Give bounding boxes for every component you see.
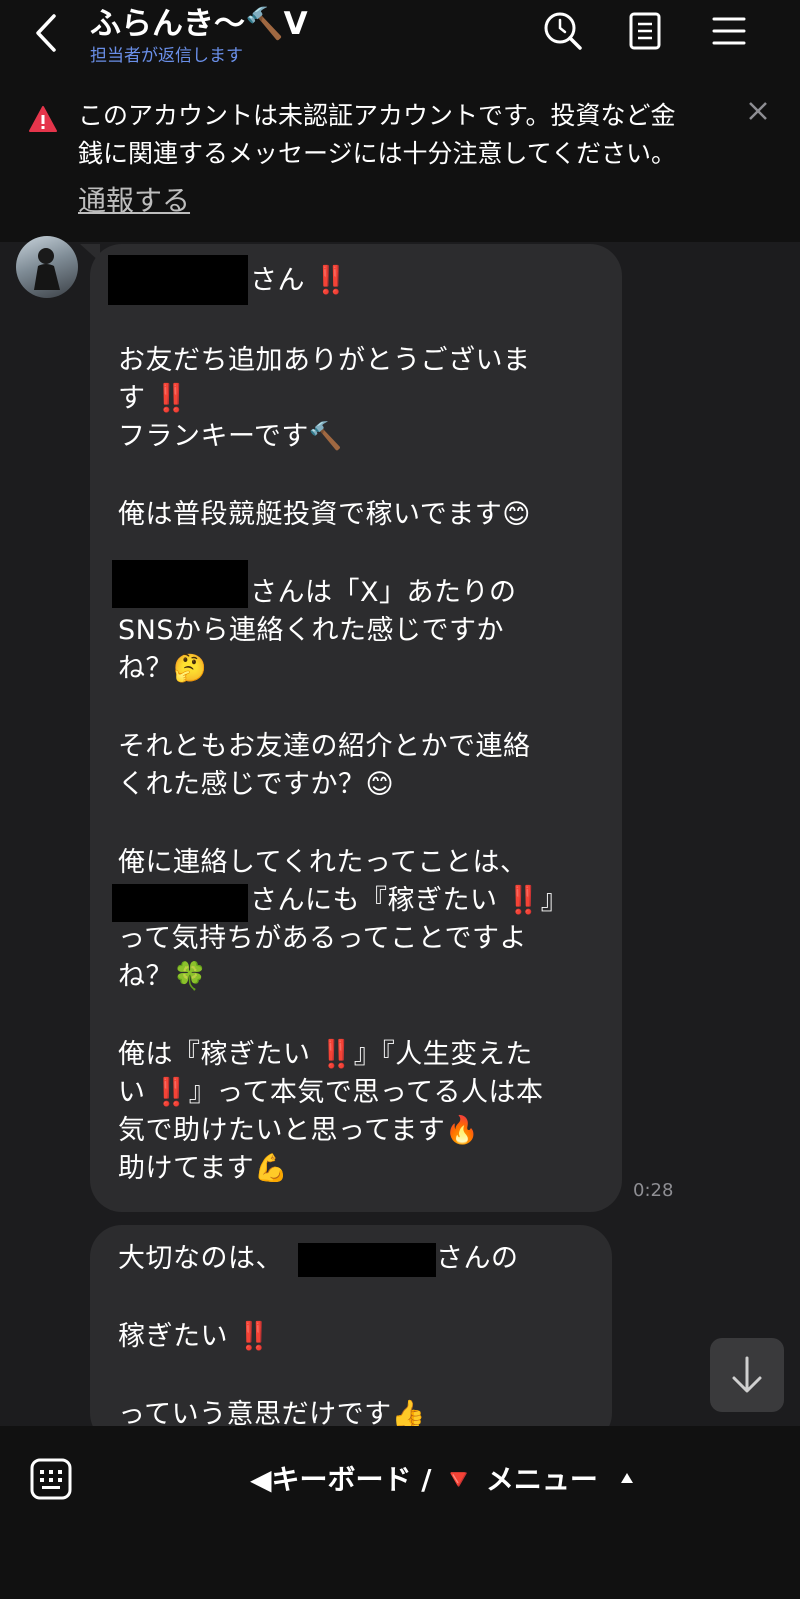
- avatar-person-icon: [34, 248, 60, 290]
- warning-triangle-icon: [29, 106, 57, 132]
- message-timestamp: 0:28: [633, 1180, 674, 1201]
- message-line: 俺は『稼ぎたい ‼️』『人生変えた: [118, 1039, 533, 1070]
- chat-header: ふらんき〜🔨V 担当者が返信します: [0, 0, 800, 75]
- message-line: 俺に連絡してくれたってことは、: [118, 847, 528, 878]
- message-line: お友だち追加ありがとうございま: [118, 345, 531, 376]
- chat-subtitle: 担当者が返信します: [90, 46, 243, 66]
- message-line: 大切なのは、: [118, 1243, 283, 1274]
- redacted-name: [112, 884, 248, 922]
- message-line: くれた感じですか？😊: [118, 769, 395, 800]
- search-icon[interactable]: [540, 8, 586, 54]
- chat-title[interactable]: ふらんき〜🔨V: [90, 0, 308, 43]
- message-line: 助けてます💪: [118, 1153, 289, 1184]
- message-line: い ‼️』って本気で思ってる人は本: [118, 1077, 544, 1108]
- bottom-menu-bar: ◀キーボード / 🔻 メニュー: [0, 1426, 800, 1599]
- scroll-to-bottom-button[interactable]: [710, 1338, 784, 1412]
- avatar[interactable]: [16, 236, 78, 298]
- message-line: さんにも『稼ぎたい ‼️』: [250, 885, 569, 916]
- message-line: 気で助けたいと思ってます🔥: [118, 1115, 480, 1146]
- warning-line: 銭に関連するメッセージには十分注意してください。: [78, 139, 677, 168]
- caret-up-icon[interactable]: [620, 1472, 634, 1484]
- message-line: 稼ぎたい ‼️: [118, 1321, 272, 1352]
- redacted-name: [108, 255, 248, 305]
- message-line: ね？🍀: [118, 961, 208, 992]
- message-line: 俺は普段競艇投資で稼いでます😊: [118, 499, 531, 530]
- message-line: それともお友達の紹介とかで連絡: [118, 731, 531, 762]
- redacted-name: [298, 1243, 436, 1277]
- back-chevron-icon[interactable]: [26, 10, 66, 56]
- message-line: SNSから連絡くれた感じですか: [118, 615, 504, 646]
- hamburger-menu-icon[interactable]: [706, 8, 752, 54]
- notes-icon[interactable]: [622, 8, 668, 54]
- arrow-down-icon: [732, 1356, 762, 1393]
- keyboard-icon[interactable]: [28, 1456, 74, 1502]
- message-line: フランキーです🔨: [118, 421, 343, 452]
- report-link[interactable]: 通報する: [78, 179, 190, 219]
- warning-line: このアカウントは未認証アカウントです。投資など金: [78, 101, 676, 130]
- message-line: さんの: [436, 1243, 519, 1274]
- message-line: さん ‼️: [250, 265, 349, 296]
- message-line: ね？🤔: [118, 653, 208, 684]
- unverified-warning-banner: このアカウントは未認証アカウントです。投資など金 銭に関連するメッセージには十分…: [0, 75, 800, 242]
- rich-menu-toggle[interactable]: ◀キーボード / 🔻 メニュー: [250, 1458, 598, 1498]
- warning-text: このアカウントは未認証アカウントです。投資など金 銭に関連するメッセージには十分…: [78, 97, 728, 173]
- redacted-name: [112, 560, 248, 608]
- close-icon[interactable]: [746, 99, 770, 123]
- message-line: さんは「X」あたりの: [250, 577, 517, 608]
- message-line: って気持ちがあるってことですよ: [118, 923, 527, 954]
- message-line: す ‼️: [118, 383, 189, 414]
